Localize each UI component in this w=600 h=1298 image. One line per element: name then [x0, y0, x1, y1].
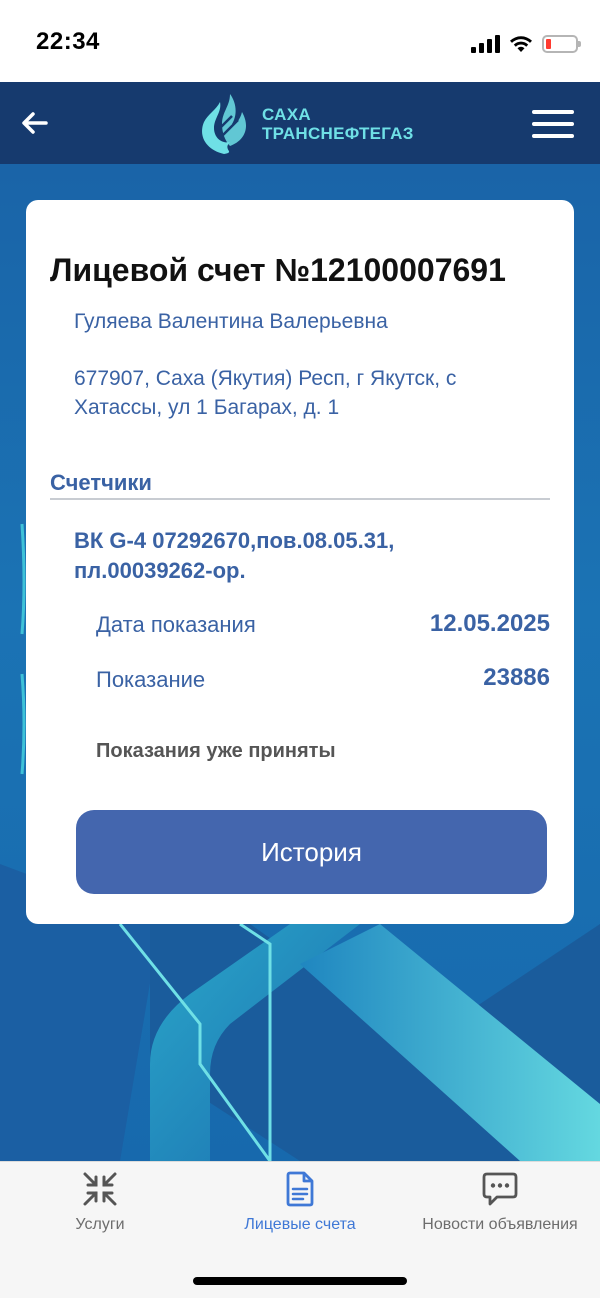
company-logo: САХА ТРАНСНЕФТЕГАЗ: [196, 88, 426, 160]
reading-status-note: Показания уже приняты: [96, 740, 336, 762]
nav-label-news: Новости объявления: [422, 1216, 578, 1233]
hamburger-menu-icon[interactable]: [532, 110, 574, 138]
account-title: Лицевой счет №12100007691: [50, 252, 506, 288]
reading-value: 23886: [483, 664, 550, 691]
meters-section-title: Счетчики: [50, 470, 152, 495]
reading-date-value: 12.05.2025: [429, 610, 550, 637]
back-arrow-icon[interactable]: [18, 106, 52, 140]
account-address: 677907, Саха (Якутия) Респ, г Якутск, с …: [74, 367, 457, 419]
history-button[interactable]: История: [76, 810, 547, 894]
reading-label: Показание: [96, 667, 206, 692]
section-divider: [50, 498, 550, 500]
account-owner: Гуляева Валентина Валерьевна: [74, 310, 388, 333]
home-indicator: [193, 1277, 407, 1285]
nav-item-news[interactable]: Новости объявления: [400, 1162, 600, 1252]
flame-logo-icon: [202, 94, 246, 154]
meter-name: ВК G-4 07292670,пов.08.05.31, пл.0003926…: [74, 528, 395, 583]
logo-text: САХА ТРАНСНЕФТЕГАЗ: [262, 105, 414, 143]
reading-date-label: Дата показания: [96, 612, 256, 637]
chat-icon: [482, 1172, 518, 1206]
services-icon: [83, 1172, 117, 1206]
status-icons: [471, 32, 581, 56]
wifi-icon: [510, 36, 532, 52]
nav-label-accounts: Лицевые счета: [244, 1216, 356, 1233]
logo-line-2: ТРАНСНЕФТЕГАЗ: [262, 124, 414, 143]
status-time: 22:34: [36, 28, 100, 55]
nav-item-services[interactable]: Услуги: [0, 1162, 200, 1252]
nav-item-accounts[interactable]: Лицевые счета: [200, 1162, 400, 1252]
logo-line-1: САХА: [262, 105, 311, 124]
cellular-signal-icon: [471, 35, 500, 53]
account-card: Лицевой счет №12100007691 Гуляева Валент…: [26, 200, 574, 924]
nav-label-services: Услуги: [75, 1216, 125, 1233]
battery-icon: [542, 35, 581, 53]
app-header: САХА ТРАНСНЕФТЕГАЗ: [0, 82, 600, 164]
document-icon: [286, 1171, 314, 1207]
status-bar: 22:34: [0, 0, 600, 82]
